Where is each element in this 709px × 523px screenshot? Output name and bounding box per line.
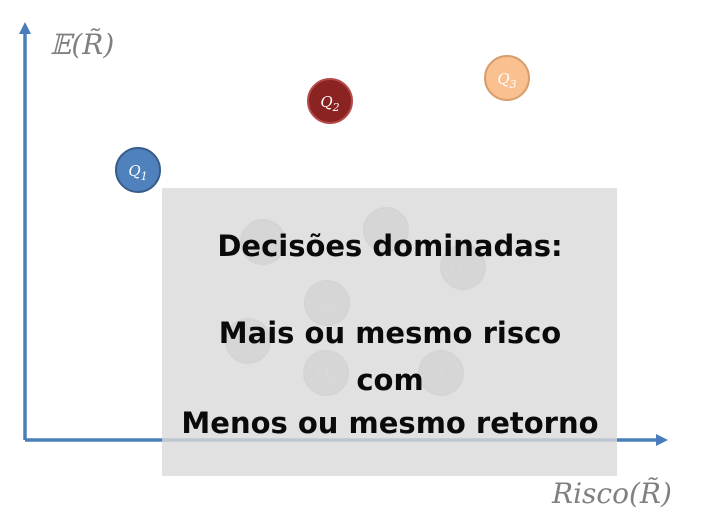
y-axis-label: 𝔼(R̃)	[50, 28, 114, 61]
dominance-diagram: 𝔼(R̃) Risco(R̃) Q1Q2Q3 Q6QQ8Q9Q10 Decisõ…	[19, 22, 672, 510]
point-q3: Q3	[484, 55, 530, 101]
caption-line-5: Menos ou mesmo retorno	[181, 406, 598, 440]
caption-line-1: Decisões dominadas:	[217, 229, 562, 263]
point-q2: Q2	[307, 78, 353, 124]
diagram-canvas: 𝔼(R̃) Risco(R̃) Q1Q2Q3 Q6QQ8Q9Q10 Decisõ…	[0, 0, 709, 523]
caption-line-4: com	[356, 363, 423, 397]
caption-line-3: Mais ou mesmo risco	[219, 316, 561, 350]
x-axis-label: Risco(R̃)	[551, 477, 672, 510]
point-q1: Q1	[115, 147, 161, 193]
efficient-points: Q1 Q2 Q3	[115, 55, 530, 193]
dominated-caption: Decisões dominadas: Mais ou mesmo risco …	[181, 229, 598, 440]
